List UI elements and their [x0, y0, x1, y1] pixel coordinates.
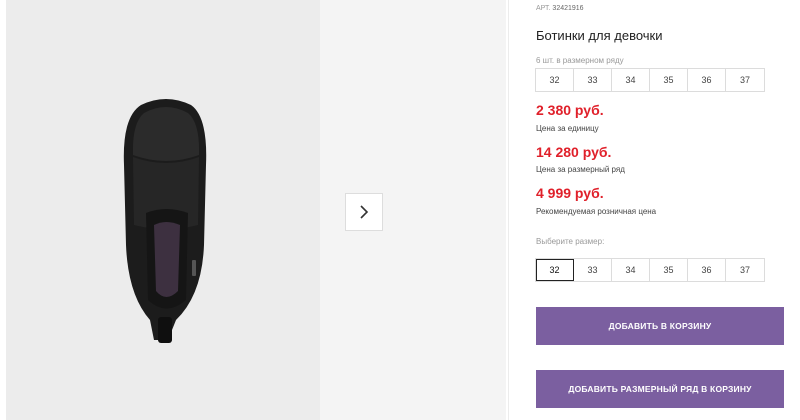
size-row-item: 36: [688, 69, 726, 91]
size-option[interactable]: 36: [688, 259, 726, 281]
product-gallery: [6, 0, 506, 420]
article-number: АРТ. 32421916: [536, 5, 584, 12]
article-value: 32421916: [552, 5, 584, 12]
size-row-item: 34: [612, 69, 650, 91]
size-row-list: 32 33 34 35 36 37: [535, 68, 765, 92]
unit-price: 2 380 руб.: [536, 102, 604, 118]
size-option[interactable]: 33: [574, 259, 612, 281]
add-size-row-to-cart-button[interactable]: ДОБАВИТЬ РАЗМЕРНЫЙ РЯД В КОРЗИНУ: [536, 370, 784, 408]
unit-price-label: Цена за единицу: [536, 124, 599, 133]
product-photo[interactable]: [6, 0, 320, 420]
size-row-hint: 6 шт. в размерном ряду: [536, 56, 624, 65]
size-row-item: 37: [726, 69, 764, 91]
size-row-item: 35: [650, 69, 688, 91]
next-image-button[interactable]: [345, 193, 383, 231]
size-option[interactable]: 34: [612, 259, 650, 281]
retail-price: 4 999 руб.: [536, 185, 604, 201]
row-price: 14 280 руб.: [536, 144, 612, 160]
size-option[interactable]: 37: [726, 259, 764, 281]
add-to-cart-button[interactable]: ДОБАВИТЬ В КОРЗИНУ: [536, 307, 784, 345]
article-label: АРТ.: [536, 5, 551, 12]
select-size-hint: Выберите размер:: [536, 237, 605, 246]
divider: [508, 0, 509, 420]
boot-image: [123, 99, 207, 343]
size-option[interactable]: 35: [650, 259, 688, 281]
product-title: Ботинки для девочки: [536, 28, 663, 43]
size-selector: 32 33 34 35 36 37: [535, 258, 765, 282]
row-price-label: Цена за размерный ряд: [536, 165, 625, 174]
chevron-right-icon: [360, 205, 369, 219]
size-option-selected[interactable]: 32: [536, 259, 574, 281]
size-row-item: 32: [536, 69, 574, 91]
size-row-item: 33: [574, 69, 612, 91]
retail-price-label: Рекомендуемая розничная цена: [536, 207, 657, 216]
